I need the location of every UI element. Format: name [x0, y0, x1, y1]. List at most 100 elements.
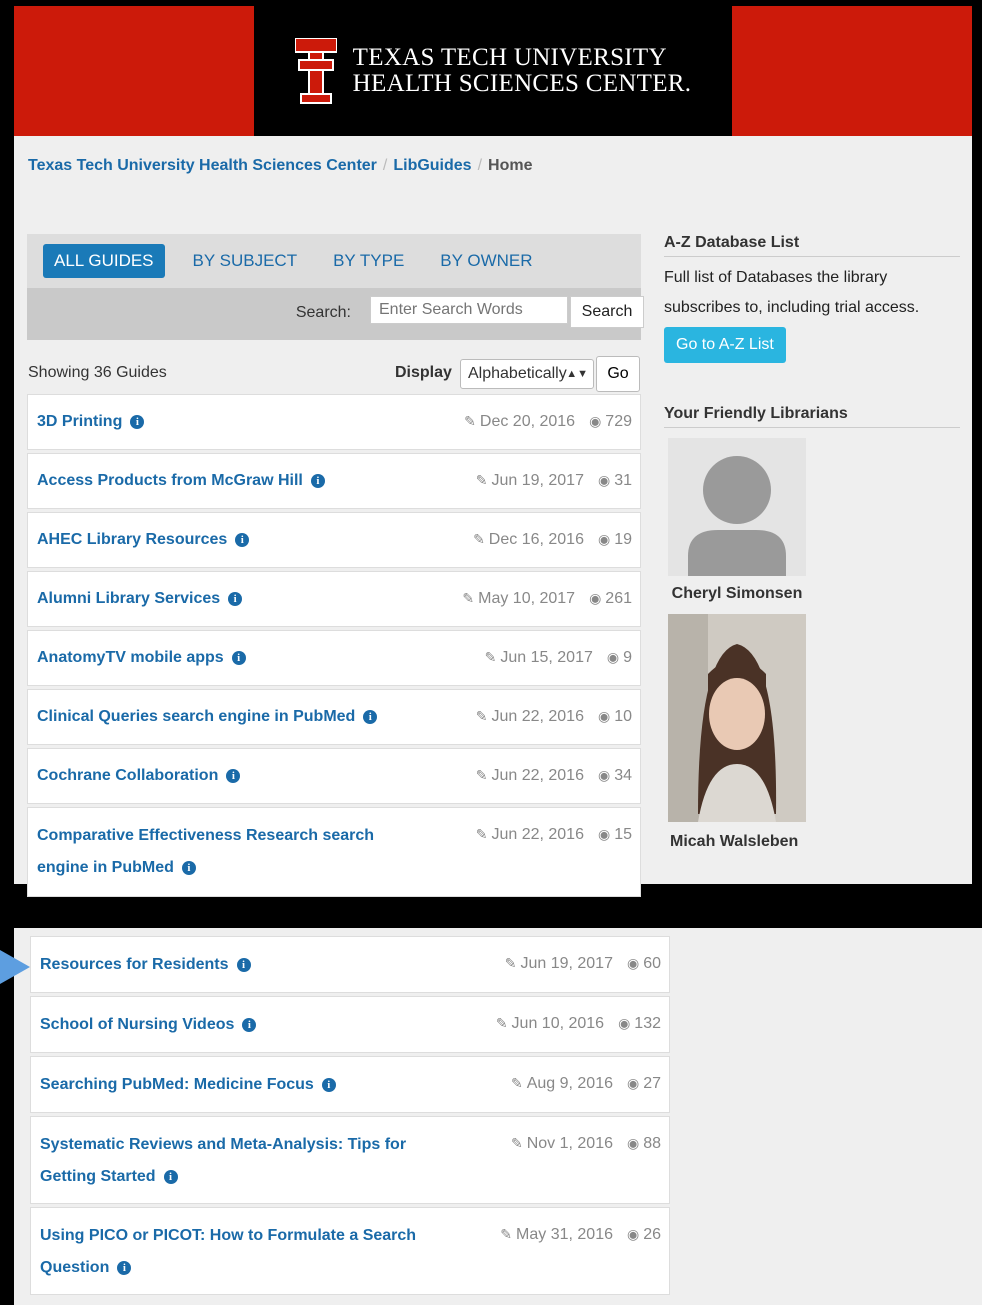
list-item: 3D Printing i ✎ Dec 20, 2016 ◉ 729	[27, 394, 641, 450]
guide-date: May 31, 2016	[516, 1226, 613, 1243]
info-icon[interactable]: i	[130, 414, 145, 429]
guide-views: 261	[605, 590, 632, 607]
guide-link[interactable]: Clinical Queries search engine in PubMed…	[37, 708, 378, 725]
breadcrumb-separator: /	[477, 157, 483, 174]
page-top-section: TEXAS TECH UNIVERSITY HEALTH SCIENCES CE…	[14, 6, 972, 897]
list-item: Alumni Library Services i ✎ May 10, 2017 ◉ 26…	[27, 571, 641, 627]
tab-by-type[interactable]: BY TYPE	[315, 244, 422, 278]
guide-link[interactable]: Comparative Effectiveness Research searc…	[37, 820, 420, 884]
edit-icon: ✎	[473, 531, 485, 547]
guide-meta: ✎ Jun 22, 2016 ◉ 34	[476, 767, 632, 785]
info-icon[interactable]: i	[236, 957, 251, 972]
portrait-image	[668, 614, 806, 822]
guide-link[interactable]: 3D Printing i	[37, 413, 145, 430]
guide-list-continued: Resources for Residents i ✎ Jun 19, 2017 ◉ 60…	[30, 936, 670, 1298]
guide-link[interactable]: Cochrane Collaboration i	[37, 767, 241, 784]
institution-line-2: HEALTH SCIENCES CENTER.	[352, 70, 692, 97]
info-icon[interactable]: i	[310, 473, 325, 488]
guide-link[interactable]: AHEC Library Resources i	[37, 531, 250, 548]
info-icon[interactable]: i	[163, 1169, 178, 1184]
guide-title: 3D Printing	[37, 413, 123, 430]
info-icon[interactable]: i	[235, 532, 250, 547]
info-icon[interactable]: i	[231, 650, 246, 665]
az-list-button[interactable]: Go to A-Z List	[664, 327, 786, 363]
list-item: Using PICO or PICOT: How to Formulate a …	[30, 1207, 670, 1295]
guide-meta: ✎ Aug 9, 2016 ◉ 27	[511, 1075, 661, 1093]
librarians-heading: Your Friendly Librarians	[664, 405, 960, 428]
guide-title: Comparative Effectiveness Research searc…	[37, 827, 375, 876]
page-bottom-section: Resources for Residents i ✎ Jun 19, 2017 ◉ 60…	[14, 928, 982, 1305]
default-user-icon	[688, 456, 786, 576]
info-icon[interactable]: i	[226, 768, 241, 783]
sidebar: A-Z Database List Full list of Databases…	[664, 234, 960, 852]
info-icon[interactable]: i	[228, 591, 243, 606]
guide-date: Jun 19, 2017	[520, 955, 613, 972]
eye-icon: ◉	[626, 1075, 640, 1091]
tab-by-owner[interactable]: BY OWNER	[422, 244, 550, 278]
tab-by-subject[interactable]: BY SUBJECT	[175, 244, 316, 278]
guide-views: 9	[623, 649, 632, 666]
list-item: School of Nursing Videos i ✎ Jun 10, 2016 ◉ 1…	[30, 996, 670, 1053]
guide-link[interactable]: Access Products from McGraw Hill i	[37, 472, 325, 489]
guide-views: 19	[614, 531, 632, 548]
librarian-name[interactable]: Cheryl Simonsen	[664, 584, 810, 604]
guide-link[interactable]: Using PICO or PICOT: How to Formulate a …	[40, 1220, 459, 1284]
librarian-name[interactable]: Micah Walsleben	[664, 832, 864, 852]
guide-link[interactable]: Alumni Library Services i	[37, 590, 243, 607]
tab-all-guides[interactable]: ALL GUIDES	[43, 244, 165, 278]
guide-date: Jun 22, 2016	[491, 767, 584, 784]
guide-meta: ✎ May 10, 2017 ◉ 261	[462, 590, 632, 608]
go-button[interactable]: Go	[596, 356, 640, 392]
breadcrumb-root[interactable]: Texas Tech University Health Sciences Ce…	[28, 157, 377, 174]
info-icon[interactable]: i	[117, 1260, 132, 1275]
guide-browser: ALL GUIDES BY SUBJECT BY TYPE BY OWNER S…	[27, 234, 644, 340]
info-icon[interactable]: i	[363, 709, 378, 724]
guide-meta: ✎ Dec 20, 2016 ◉ 729	[464, 413, 632, 431]
eye-icon: ◉	[589, 590, 602, 606]
search-bar: Search: Search	[27, 288, 644, 340]
guide-link[interactable]: AnatomyTV mobile apps i	[37, 649, 246, 666]
eye-icon: ◉	[618, 1015, 631, 1031]
search-button[interactable]: Search	[570, 296, 644, 328]
edit-icon: ✎	[475, 767, 488, 783]
institution-line-1: TEXAS TECH UNIVERSITY	[352, 44, 667, 71]
search-input[interactable]	[370, 296, 568, 324]
eye-icon: ◉	[597, 708, 611, 724]
breadcrumb-libguides[interactable]: LibGuides	[393, 157, 471, 174]
pointer-arrow-icon	[0, 950, 30, 984]
az-heading: A-Z Database List	[664, 234, 960, 257]
guide-tabs: ALL GUIDES BY SUBJECT BY TYPE BY OWNER	[43, 244, 551, 278]
guide-meta: ✎ Jun 15, 2017 ◉ 9	[485, 649, 632, 667]
logo-area[interactable]: TEXAS TECH UNIVERSITY HEALTH SCIENCES CE…	[254, 6, 732, 136]
guide-views: 15	[614, 826, 632, 843]
guide-title: Using PICO or PICOT: How to Formulate a …	[40, 1227, 417, 1276]
info-icon[interactable]: i	[181, 860, 196, 875]
guide-link[interactable]: School of Nursing Videos i	[40, 1016, 257, 1033]
guide-date: Dec 20, 2016	[479, 413, 576, 430]
display-order-select[interactable]: Alphabetically ▲▼	[460, 359, 594, 389]
search-label: Search:	[295, 304, 351, 321]
guide-title: Clinical Queries search engine in PubMed	[37, 708, 356, 725]
guide-title: AnatomyTV mobile apps	[37, 649, 224, 666]
avatar[interactable]	[668, 438, 806, 576]
guide-title: School of Nursing Videos	[40, 1016, 235, 1033]
guide-link[interactable]: Resources for Residents i	[40, 956, 251, 973]
guide-views: 26	[643, 1226, 661, 1243]
guide-link[interactable]: Systematic Reviews and Meta-Analysis: Ti…	[40, 1129, 459, 1193]
guide-views: 10	[614, 708, 632, 725]
info-icon[interactable]: i	[321, 1077, 336, 1092]
guide-title: Access Products from McGraw Hill	[37, 472, 303, 489]
librarian-photo[interactable]	[668, 614, 806, 822]
guide-title: AHEC Library Resources	[37, 531, 228, 548]
list-item: AHEC Library Resources i ✎ Dec 16, 2016 ◉ 19	[27, 512, 641, 568]
guide-link[interactable]: Searching PubMed: Medicine Focus i	[40, 1076, 336, 1093]
guide-meta: ✎ Jun 19, 2017 ◉ 31	[476, 472, 632, 490]
eye-icon: ◉	[597, 826, 611, 842]
double-t-logo-icon	[293, 37, 338, 104]
edit-icon: ✎	[462, 590, 475, 606]
info-icon[interactable]: i	[242, 1017, 257, 1032]
az-description: Full list of Databases the library subsc…	[664, 269, 920, 316]
header-banner: TEXAS TECH UNIVERSITY HEALTH SCIENCES CE…	[14, 6, 972, 136]
guide-meta: ✎ Jun 19, 2017 ◉ 60	[505, 955, 661, 973]
list-item: Resources for Residents i ✎ Jun 19, 2017 ◉ 60	[30, 936, 670, 993]
